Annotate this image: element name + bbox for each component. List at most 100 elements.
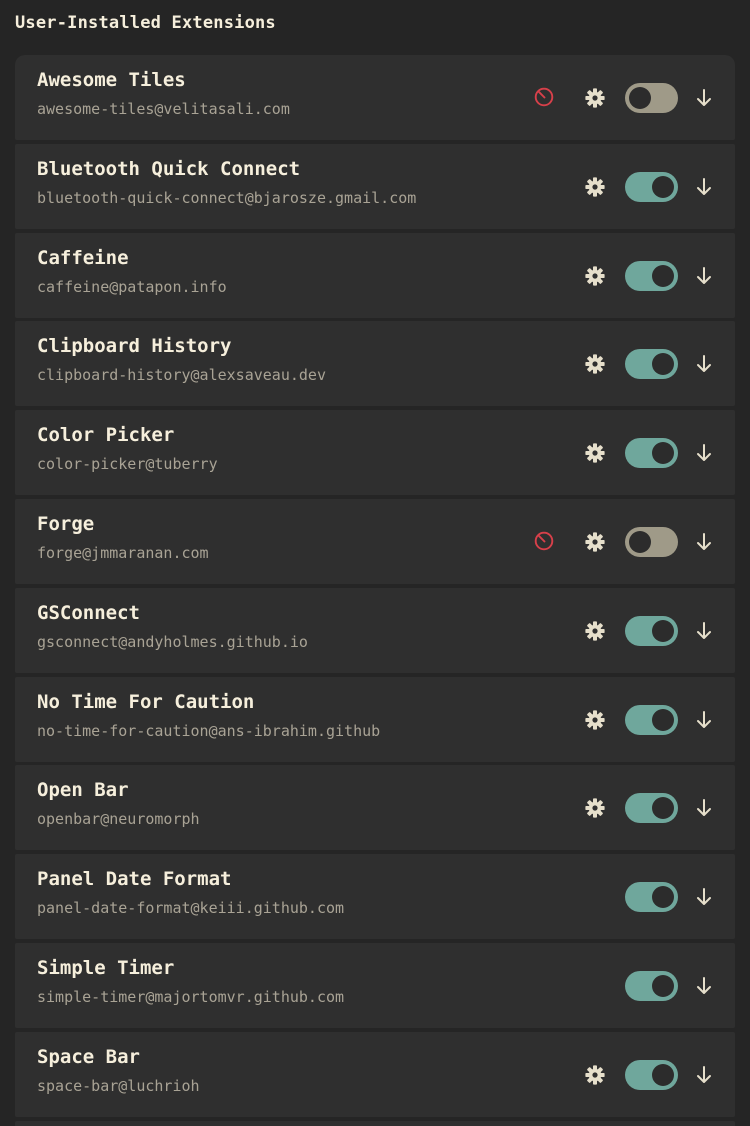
- enable-toggle[interactable]: [625, 526, 678, 557]
- arrow-down-icon-glyph: [697, 710, 711, 728]
- arrow-down-icon[interactable]: [693, 708, 715, 732]
- extension-name: Panel Date Format: [37, 868, 232, 891]
- arrow-down-icon-glyph: [697, 355, 711, 373]
- arrow-down-icon-glyph: [697, 532, 711, 550]
- arrow-down-icon[interactable]: [693, 974, 715, 998]
- enable-toggle[interactable]: [625, 171, 678, 202]
- toggle-knob: [652, 353, 674, 376]
- enable-toggle[interactable]: [625, 704, 678, 735]
- toggle-knob: [652, 1063, 674, 1086]
- error-icon[interactable]: [533, 86, 555, 108]
- enable-toggle[interactable]: [625, 260, 678, 291]
- extension-row: Panel Date Format panel-date-format@keii…: [15, 854, 735, 940]
- extensions-page: User-Installed Extensions Awesome Tiles …: [0, 0, 750, 1126]
- enable-toggle[interactable]: [625, 438, 678, 469]
- toggle-knob: [652, 175, 674, 198]
- extension-list: Awesome Tiles awesome-tiles@velitasali.c…: [15, 55, 735, 1126]
- toggle-knob: [652, 708, 674, 731]
- extension-row-partial: [15, 1120, 735, 1126]
- extension-name: Awesome Tiles: [37, 69, 186, 91]
- extension-name: Space Bar: [37, 1045, 140, 1068]
- gear-icon-glyph: [585, 709, 605, 730]
- arrow-down-icon[interactable]: [693, 352, 715, 376]
- gear-icon-glyph: [585, 621, 605, 641]
- arrow-down-icon-glyph: [697, 888, 711, 906]
- extension-row: Space Bar space-bar@luchrioh: [15, 1031, 735, 1117]
- arrow-down-icon-glyph: [697, 799, 711, 817]
- extension-uuid: simple-timer@majortomvr.github.com: [37, 987, 345, 1006]
- extension-row: Caffeine caffeine@patapon.info: [15, 232, 735, 318]
- arrow-down-icon[interactable]: [693, 619, 715, 643]
- arrow-down-icon[interactable]: [693, 1063, 715, 1087]
- gear-icon[interactable]: [583, 796, 607, 820]
- enable-toggle[interactable]: [625, 615, 678, 646]
- extension-uuid: space-bar@luchrioh: [37, 1076, 200, 1095]
- arrow-down-icon-glyph: [697, 444, 711, 462]
- toggle-knob: [652, 619, 674, 642]
- enable-toggle[interactable]: [625, 793, 678, 824]
- arrow-down-icon[interactable]: [693, 441, 715, 465]
- gear-icon[interactable]: [583, 175, 607, 199]
- arrow-down-icon[interactable]: [693, 530, 715, 554]
- toggle-knob: [629, 87, 651, 109]
- extension-uuid: caffeine@patapon.info: [37, 277, 227, 296]
- enable-toggle[interactable]: [625, 882, 678, 913]
- extension-name: No Time For Caution: [37, 690, 255, 713]
- extension-uuid: forge@jmmaranan.com: [37, 543, 209, 562]
- extension-row: Simple Timer simple-timer@majortomvr.git…: [15, 942, 735, 1028]
- extension-uuid: panel-date-format@keiii.github.com: [37, 899, 345, 918]
- gear-icon[interactable]: [583, 619, 607, 643]
- extension-row: Clipboard History clipboard-history@alex…: [15, 321, 735, 407]
- gear-icon-glyph: [585, 88, 605, 108]
- extension-uuid: awesome-tiles@velitasali.com: [37, 100, 290, 118]
- gear-icon[interactable]: [583, 708, 607, 732]
- gear-icon[interactable]: [583, 86, 607, 110]
- toggle-knob: [652, 797, 674, 820]
- arrow-down-icon[interactable]: [693, 264, 715, 288]
- extension-name: Color Picker: [37, 424, 175, 447]
- toggle-knob: [652, 264, 674, 287]
- extension-name: Open Bar: [37, 779, 129, 802]
- arrow-down-icon[interactable]: [693, 885, 715, 909]
- arrow-down-icon-glyph: [697, 89, 711, 106]
- extension-row: Color Picker color-picker@tuberry: [15, 410, 735, 496]
- gear-icon-glyph: [585, 1065, 605, 1085]
- gear-icon[interactable]: [583, 1063, 607, 1087]
- extension-uuid: bluetooth-quick-connect@bjarosze.gmail.c…: [37, 188, 417, 207]
- gear-icon-glyph: [585, 443, 605, 463]
- section-title: User-Installed Extensions: [15, 13, 276, 33]
- extension-uuid: clipboard-history@alexsaveau.dev: [37, 366, 326, 385]
- extension-row: Open Bar openbar@neuromorph: [15, 765, 735, 851]
- extension-uuid: color-picker@tuberry: [37, 455, 218, 474]
- arrow-down-icon-glyph: [697, 266, 711, 284]
- extension-name: Bluetooth Quick Connect: [37, 157, 301, 180]
- arrow-down-icon[interactable]: [693, 796, 715, 820]
- extension-row: GSConnect gsconnect@andyholmes.github.io: [15, 587, 735, 673]
- gear-icon[interactable]: [583, 530, 607, 554]
- toggle-knob: [629, 530, 651, 553]
- extension-uuid: no-time-for-caution@ans-ibrahim.github: [37, 721, 381, 740]
- error-icon-glyph: [534, 87, 554, 107]
- enable-toggle[interactable]: [625, 349, 678, 380]
- enable-toggle[interactable]: [625, 970, 678, 1001]
- extension-name: GSConnect: [37, 601, 140, 624]
- enable-toggle[interactable]: [625, 83, 678, 113]
- arrow-down-icon-glyph: [697, 621, 711, 639]
- gear-icon-glyph: [585, 354, 605, 374]
- arrow-down-icon[interactable]: [693, 175, 715, 199]
- arrow-down-icon[interactable]: [693, 86, 715, 110]
- extension-name: Simple Timer: [37, 956, 175, 979]
- gear-icon-glyph: [585, 177, 605, 197]
- gear-icon-glyph: [585, 798, 605, 818]
- gear-icon[interactable]: [583, 264, 607, 288]
- gear-icon[interactable]: [583, 441, 607, 465]
- gear-icon-glyph: [585, 532, 605, 552]
- error-icon[interactable]: [533, 530, 555, 552]
- extension-row: Awesome Tiles awesome-tiles@velitasali.c…: [15, 55, 735, 140]
- enable-toggle[interactable]: [625, 1059, 678, 1090]
- extension-row: Bluetooth Quick Connect bluetooth-quick-…: [15, 143, 735, 229]
- toggle-knob: [652, 442, 674, 465]
- gear-icon[interactable]: [583, 352, 607, 376]
- gear-icon-glyph: [585, 265, 605, 286]
- extension-name: Caffeine: [37, 246, 129, 269]
